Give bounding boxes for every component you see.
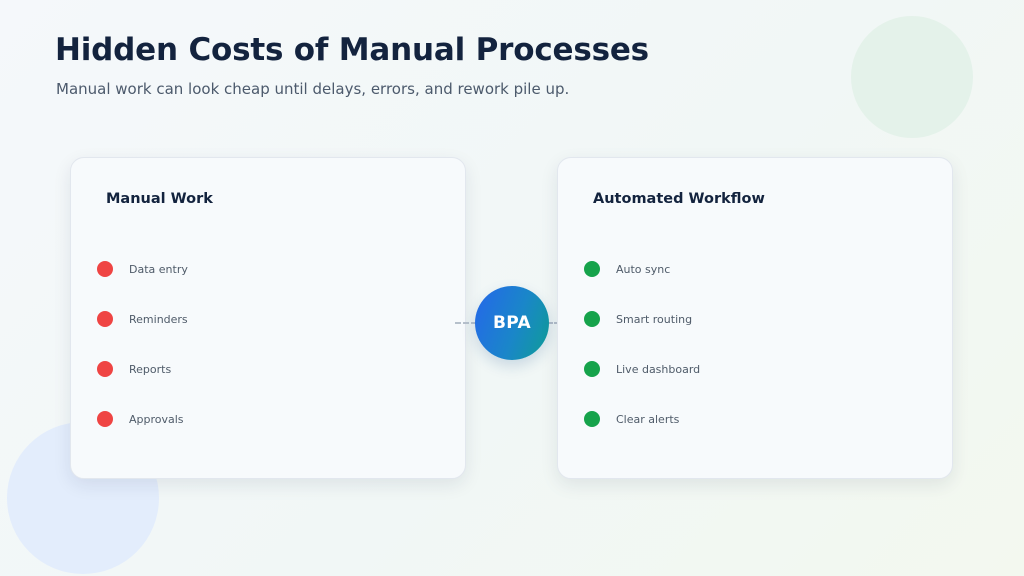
manual-item-label: Reminders bbox=[129, 312, 188, 326]
red-status-dot bbox=[97, 261, 113, 277]
green-status-dot bbox=[584, 411, 600, 427]
manual-work-card: Manual Work Data entry Reminders Reports… bbox=[70, 157, 466, 479]
red-status-dot bbox=[97, 361, 113, 377]
automated-workflow-title: Automated Workflow bbox=[593, 191, 765, 207]
automated-list-item: Auto sync bbox=[584, 244, 700, 294]
red-status-dot bbox=[97, 411, 113, 427]
connector-line-left bbox=[455, 322, 477, 324]
decorative-circle-green bbox=[851, 16, 973, 138]
bpa-label: BPA bbox=[493, 313, 531, 333]
automated-workflow-list: Auto sync Smart routing Live dashboard C… bbox=[584, 244, 700, 444]
green-status-dot bbox=[584, 261, 600, 277]
page-subtitle: Manual work can look cheap until delays,… bbox=[56, 80, 570, 98]
automated-item-label: Auto sync bbox=[616, 262, 671, 276]
red-status-dot bbox=[97, 311, 113, 327]
manual-item-label: Reports bbox=[129, 362, 172, 376]
manual-list-item: Approvals bbox=[97, 394, 188, 444]
manual-work-title: Manual Work bbox=[106, 191, 213, 207]
automated-list-item: Clear alerts bbox=[584, 394, 700, 444]
manual-list-item: Reminders bbox=[97, 294, 188, 344]
automated-item-label: Smart routing bbox=[616, 312, 693, 326]
automated-item-label: Clear alerts bbox=[616, 412, 680, 426]
manual-work-list: Data entry Reminders Reports Approvals bbox=[97, 244, 188, 444]
manual-list-item: Data entry bbox=[97, 244, 188, 294]
automated-list-item: Live dashboard bbox=[584, 344, 700, 394]
green-status-dot bbox=[584, 361, 600, 377]
green-status-dot bbox=[584, 311, 600, 327]
manual-item-label: Approvals bbox=[129, 412, 184, 426]
bpa-node: BPA bbox=[475, 286, 549, 360]
automated-item-label: Live dashboard bbox=[616, 362, 701, 376]
manual-item-label: Data entry bbox=[129, 262, 188, 276]
page-title: Hidden Costs of Manual Processes bbox=[55, 32, 649, 68]
manual-list-item: Reports bbox=[97, 344, 188, 394]
automated-workflow-card: Automated Workflow Auto sync Smart routi… bbox=[557, 157, 953, 479]
automated-list-item: Smart routing bbox=[584, 294, 700, 344]
